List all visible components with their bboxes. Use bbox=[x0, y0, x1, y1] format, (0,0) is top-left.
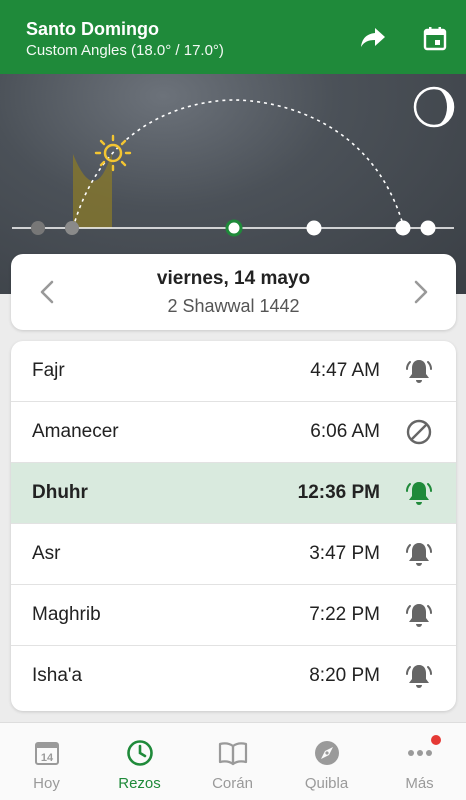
prayer-time: 6:06 AM bbox=[310, 421, 380, 442]
bell-icon[interactable] bbox=[404, 478, 434, 508]
tab-mas[interactable]: Más bbox=[373, 723, 466, 800]
app-header: Santo Domingo Custom Angles (18.0° / 17.… bbox=[0, 0, 466, 74]
bell-icon[interactable] bbox=[404, 661, 434, 691]
prayer-row-amanecer[interactable]: Amanecer 6:06 AM bbox=[11, 402, 456, 463]
tab-quibla[interactable]: Quibla bbox=[280, 723, 373, 800]
gregorian-date[interactable]: viernes, 14 mayo bbox=[11, 268, 456, 290]
compass-icon bbox=[280, 739, 373, 767]
next-day-button[interactable] bbox=[407, 278, 435, 306]
bell-icon[interactable] bbox=[404, 356, 434, 386]
prayer-row-maghrib[interactable]: Maghrib 7:22 PM bbox=[11, 585, 456, 646]
tab-label: Rezos bbox=[118, 775, 161, 792]
marker-isha bbox=[420, 220, 436, 236]
prayer-name: Asr bbox=[32, 543, 61, 564]
tab-label: Hoy bbox=[33, 775, 60, 792]
marker-dhuhr bbox=[225, 219, 243, 237]
book-icon bbox=[186, 739, 279, 767]
calculation-method: Custom Angles (18.0° / 17.0°) bbox=[26, 42, 224, 59]
bell-icon[interactable] bbox=[404, 600, 434, 630]
tab-label: Más bbox=[405, 775, 434, 792]
calendar-icon bbox=[423, 27, 447, 51]
prayer-row-fajr[interactable]: Fajr 4:47 AM bbox=[11, 341, 456, 402]
share-icon bbox=[361, 28, 385, 47]
tab-label: Quibla bbox=[304, 775, 349, 792]
prayer-row-asr[interactable]: Asr 3:47 PM bbox=[11, 524, 456, 585]
chevron-right-icon bbox=[414, 280, 428, 304]
calendar-day-number: 14 bbox=[40, 752, 53, 764]
marker-asr bbox=[306, 220, 322, 236]
prayer-name: Dhuhr bbox=[32, 482, 88, 503]
marker-fajr bbox=[65, 221, 79, 235]
location-title[interactable]: Santo Domingo bbox=[26, 19, 159, 40]
tab-rezos[interactable]: Rezos bbox=[93, 723, 186, 800]
prayer-time: 3:47 PM bbox=[309, 543, 380, 564]
prayer-time: 7:22 PM bbox=[309, 604, 380, 625]
notification-badge bbox=[431, 735, 441, 745]
prayer-name: Amanecer bbox=[32, 421, 119, 442]
tab-label: Corán bbox=[212, 775, 253, 792]
prayer-time: 8:20 PM bbox=[309, 665, 380, 686]
prayer-time: 4:47 AM bbox=[310, 360, 380, 381]
prayer-times-list: Fajr 4:47 AM Amanecer 6:06 AM Dhuhr 12:3… bbox=[11, 341, 456, 711]
calendar-14-icon: 14 bbox=[0, 739, 93, 767]
tab-coran[interactable]: Corán bbox=[186, 723, 279, 800]
date-selector: viernes, 14 mayo 2 Shawwal 1442 bbox=[11, 254, 456, 330]
marker-isha-prev bbox=[31, 221, 45, 235]
tab-hoy[interactable]: 14 Hoy bbox=[0, 723, 93, 800]
prayer-name: Isha'a bbox=[32, 665, 83, 686]
bottom-tab-bar: 14 Hoy Rezos Corán Quibla Más bbox=[0, 722, 466, 800]
calendar-button[interactable] bbox=[419, 22, 451, 54]
share-button[interactable] bbox=[357, 22, 389, 54]
moon-icon bbox=[413, 86, 455, 128]
prayer-name: Fajr bbox=[32, 360, 65, 381]
clock-icon bbox=[93, 739, 186, 767]
prayer-row-dhuhr[interactable]: Dhuhr 12:36 PM bbox=[11, 463, 456, 524]
bell-icon[interactable] bbox=[404, 539, 434, 569]
sun-trail bbox=[73, 152, 112, 228]
disabled-icon[interactable] bbox=[404, 417, 434, 447]
hijri-date: 2 Shawwal 1442 bbox=[167, 296, 300, 316]
marker-maghrib bbox=[395, 220, 411, 236]
prayer-name: Maghrib bbox=[32, 604, 101, 625]
more-icon bbox=[373, 739, 466, 767]
prayer-time: 12:36 PM bbox=[297, 482, 380, 503]
prayer-row-isha[interactable]: Isha'a 8:20 PM bbox=[11, 646, 456, 707]
